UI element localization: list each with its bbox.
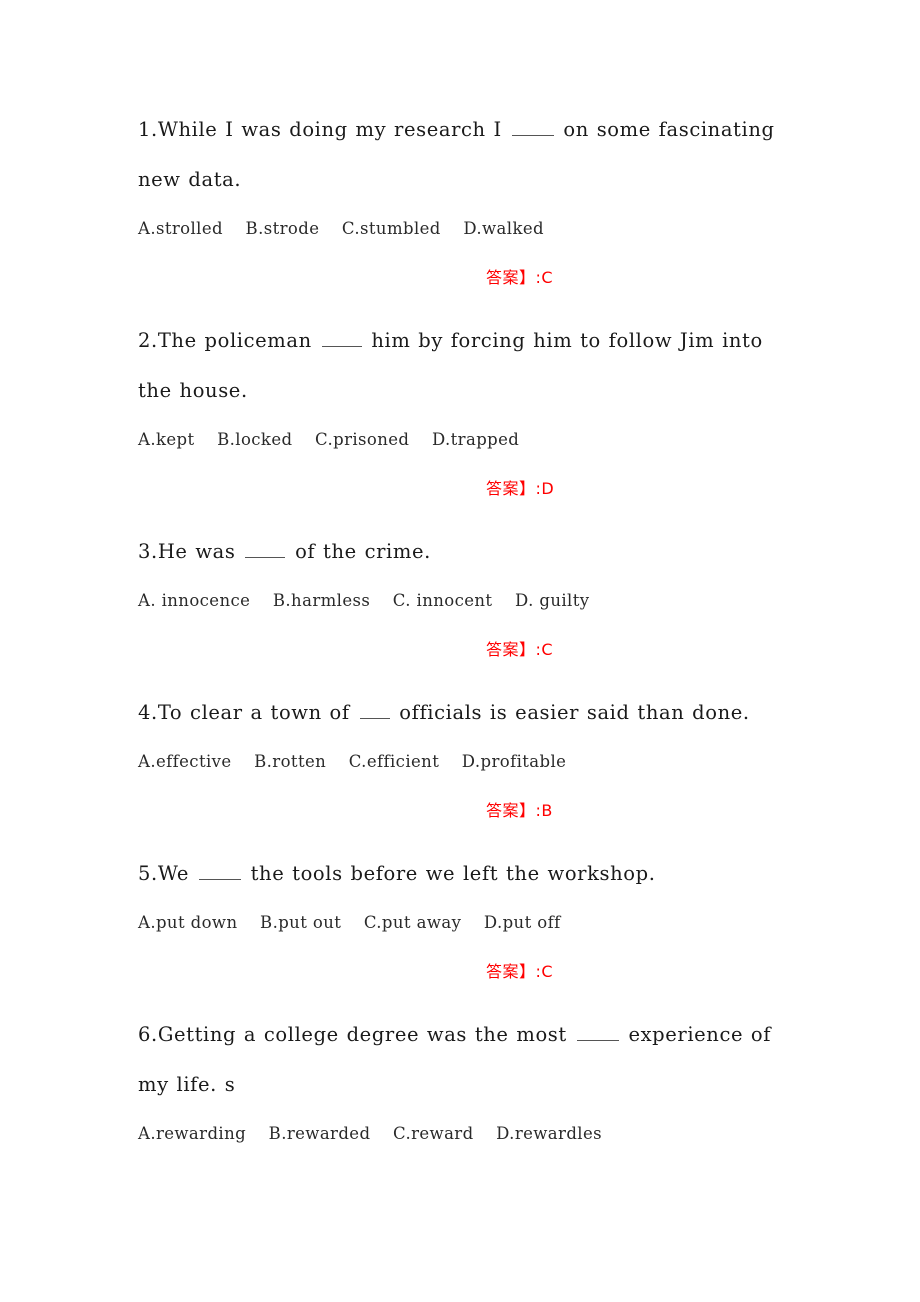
answer-blank-1 xyxy=(511,117,554,136)
question-text-before-blank-6: Getting a college degree was the most xyxy=(157,1023,575,1046)
question-answer-5: 答案】:C xyxy=(486,962,554,981)
question-text-before-blank-2: The policeman xyxy=(157,329,320,352)
answer-blank-2 xyxy=(321,328,362,347)
question-stem-1: 1.While I was doing my research I on som… xyxy=(138,105,785,205)
question-text-before-blank-4: To clear a town of xyxy=(157,701,358,724)
question-stem-6: 6.Getting a college degree was the most … xyxy=(138,1010,785,1110)
question-answer-1: 答案】:C xyxy=(486,268,554,287)
question-options-2[interactable]: A.kept B.locked C.prisoned D.trapped xyxy=(138,416,785,464)
question-number-1: 1. xyxy=(138,118,158,141)
question-options-1[interactable]: A.strolled B.strode C.stumbled D.walked xyxy=(138,205,785,253)
question-options-5[interactable]: A.put down B.put out C.put away D.put of… xyxy=(138,899,785,947)
answer-blank-4 xyxy=(359,700,390,719)
question-number-5: 5. xyxy=(138,862,158,885)
question-stem-3: 3.He was of the crime. xyxy=(138,527,785,577)
question-answer-4: 答案】:B xyxy=(486,801,553,820)
question-options-4[interactable]: A.effective B.rotten C.efficient D.profi… xyxy=(138,738,785,786)
question-block-3: 3.He was of the crime. A. innocence B.ha… xyxy=(138,527,785,674)
question-number-2: 2. xyxy=(138,329,158,352)
answer-blank-6 xyxy=(576,1022,619,1041)
question-block-6: 6.Getting a college degree was the most … xyxy=(138,1010,785,1158)
question-options-6[interactable]: A.rewarding B.rewarded C.reward D.reward… xyxy=(138,1110,785,1158)
answer-blank-3 xyxy=(245,539,286,558)
question-answer-2: 答案】:D xyxy=(486,479,555,498)
question-block-4: 4.To clear a town of officials is easier… xyxy=(138,688,785,835)
question-number-3: 3. xyxy=(138,540,158,563)
question-block-5: 5.We the tools before we left the worksh… xyxy=(138,849,785,996)
question-number-6: 6. xyxy=(138,1023,158,1046)
question-block-2: 2.The policeman him by forcing him to fo… xyxy=(138,316,785,513)
question-stem-4: 4.To clear a town of officials is easier… xyxy=(138,688,785,738)
worksheet-page: 1.While I was doing my research I on som… xyxy=(0,0,920,1302)
question-text-before-blank-1: While I was doing my research I xyxy=(157,118,510,141)
question-answer-3: 答案】:C xyxy=(486,640,554,659)
question-text-before-blank-3: He was xyxy=(157,540,244,563)
question-text-after-blank-4: officials is easier said than done. xyxy=(391,701,750,724)
question-text-after-blank-3: of the crime. xyxy=(287,540,431,563)
question-block-1: 1.While I was doing my research I on som… xyxy=(138,105,785,302)
question-number-4: 4. xyxy=(138,701,158,724)
question-stem-5: 5.We the tools before we left the worksh… xyxy=(138,849,785,899)
question-stem-2: 2.The policeman him by forcing him to fo… xyxy=(138,316,785,416)
question-text-after-blank-5: the tools before we left the workshop. xyxy=(242,862,656,885)
question-text-before-blank-5: We xyxy=(157,862,197,885)
question-options-3[interactable]: A. innocence B.harmless C. innocent D. g… xyxy=(138,577,785,625)
answer-blank-5 xyxy=(198,861,241,880)
